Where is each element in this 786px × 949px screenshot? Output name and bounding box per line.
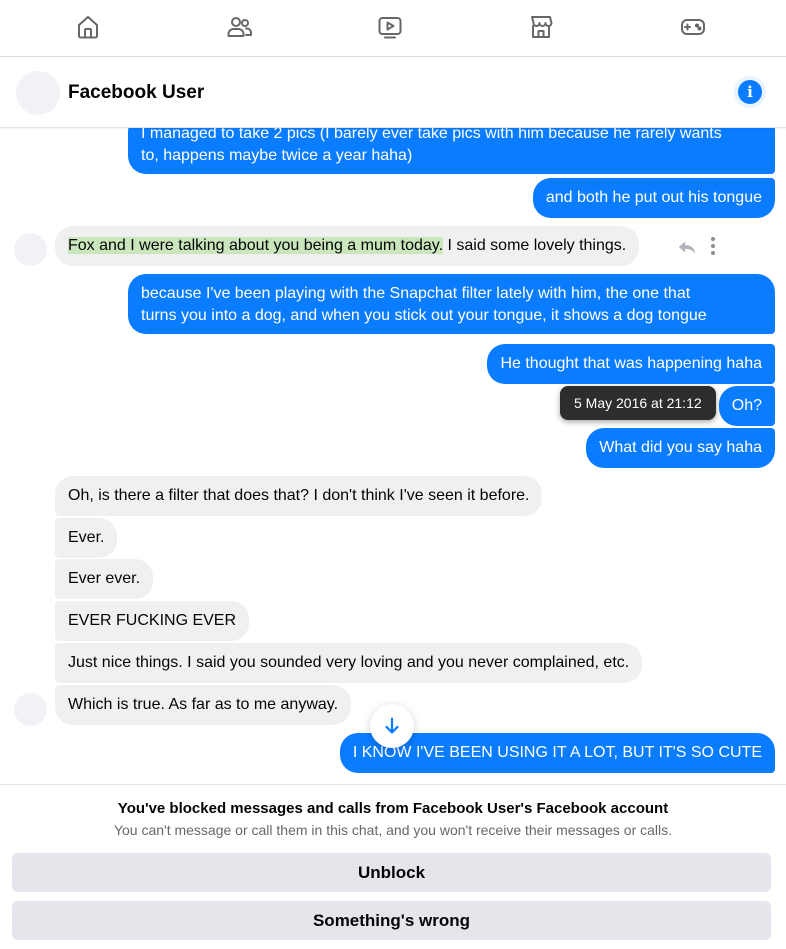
message-bubble-incoming[interactable]: EVER FUCKING EVER — [55, 601, 250, 641]
scroll-to-bottom-button[interactable] — [370, 704, 414, 748]
something-wrong-button[interactable]: Something's wrong — [12, 901, 771, 940]
avatar[interactable] — [14, 233, 47, 266]
message-list[interactable]: I managed to take 2 pics (I barely ever … — [0, 128, 786, 784]
message-text: I managed to take 2 pics (I barely ever … — [141, 128, 722, 142]
chat-header: Facebook User i — [0, 58, 786, 128]
home-icon[interactable] — [70, 10, 106, 44]
avatar[interactable] — [16, 71, 60, 115]
blocked-panel: You've blocked messages and calls from F… — [0, 784, 786, 949]
message-bubble-incoming[interactable]: Just nice things. I said you sounded ver… — [55, 643, 643, 683]
message-text: because I've been playing with the Snapc… — [141, 285, 691, 302]
info-icon: i — [738, 80, 762, 104]
avatar[interactable] — [14, 693, 47, 726]
blocked-title: You've blocked messages and calls from F… — [117, 800, 669, 817]
message-bubble-outgoing[interactable]: I managed to take 2 pics (I barely ever … — [128, 128, 775, 174]
message-bubble-incoming[interactable]: Oh, is there a filter that does that? I … — [55, 476, 543, 516]
chat-title[interactable]: Facebook User — [68, 82, 204, 104]
arrow-down-icon — [385, 717, 399, 734]
blocked-subtitle: You can't message or call them in this c… — [113, 822, 673, 838]
timestamp-tooltip: 5 May 2016 at 21:12 — [560, 386, 716, 420]
message-bubble-outgoing[interactable]: because I've been playing with the Snapc… — [128, 274, 775, 334]
watch-icon[interactable] — [372, 10, 408, 44]
message-bubble-incoming[interactable]: Ever ever. — [55, 559, 154, 599]
message-bubble-incoming[interactable]: Fox and I were talking about you being a… — [55, 226, 640, 266]
unblock-button[interactable]: Unblock — [12, 853, 771, 892]
message-text: turns you into a dog, and when you stick… — [141, 307, 707, 324]
more-options-icon[interactable] — [704, 234, 722, 258]
friends-icon[interactable] — [221, 10, 257, 44]
message-text: I said some lovely things. — [443, 237, 627, 254]
info-button[interactable]: i — [734, 76, 766, 108]
message-text: to, happens maybe twice a year haha) — [141, 147, 413, 164]
message-bubble-outgoing[interactable]: What did you say haha — [586, 428, 775, 468]
message-bubble-outgoing[interactable]: and both he put out his tongue — [532, 178, 775, 218]
gaming-icon[interactable] — [675, 10, 711, 44]
message-bubble-outgoing[interactable]: He thought that was happening haha — [487, 344, 775, 384]
message-bubble-incoming[interactable]: Ever. — [55, 518, 118, 558]
reply-icon[interactable] — [676, 236, 698, 258]
message-bubble-outgoing[interactable]: Oh? — [718, 386, 775, 426]
message-bubble-incoming[interactable]: Which is true. As far as to me anyway. — [55, 685, 352, 725]
marketplace-icon[interactable] — [523, 10, 559, 44]
highlighted-text: Fox and I were talking about you being a… — [68, 237, 444, 254]
top-nav — [0, 0, 786, 57]
